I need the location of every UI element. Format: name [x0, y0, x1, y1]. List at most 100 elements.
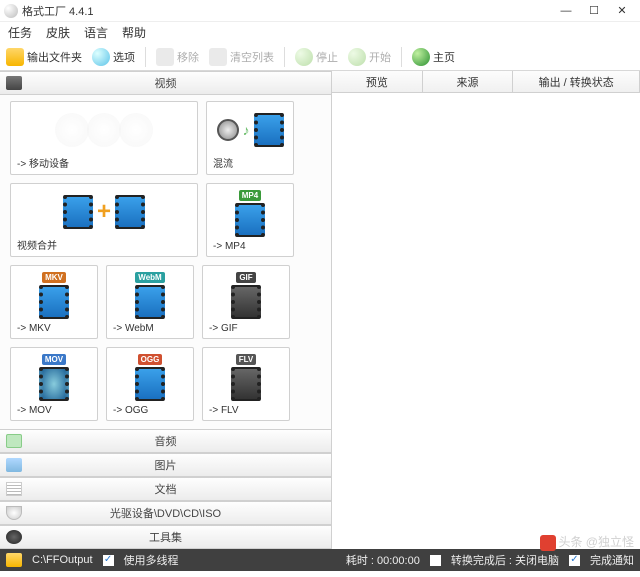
gif-tag: GIF	[236, 272, 255, 283]
film-icon	[115, 195, 145, 229]
category-picture[interactable]: 图片	[0, 453, 331, 477]
category-video[interactable]: 视频	[0, 71, 331, 95]
tile-webm-label: -> WebM	[113, 321, 187, 334]
ogg-tag: OGG	[138, 354, 163, 365]
output-folder-label: 输出文件夹	[27, 49, 82, 65]
tile-mov-label: -> MOV	[17, 403, 91, 416]
clear-button[interactable]: 清空列表	[209, 48, 274, 66]
tile-ogg[interactable]: OGG -> OGG	[106, 347, 194, 421]
start-label: 开始	[369, 49, 391, 65]
category-picture-label: 图片	[155, 457, 177, 473]
list-header: 预览 来源 输出 / 转换状态	[332, 71, 640, 93]
mp4-tag: MP4	[239, 190, 261, 201]
app-icon	[4, 4, 18, 18]
film-icon	[254, 113, 284, 147]
category-audio[interactable]: 音频	[0, 429, 331, 453]
toolbar-divider	[401, 47, 402, 67]
close-button[interactable]: ✕	[608, 2, 636, 20]
tile-mkv[interactable]: MKV -> MKV	[10, 265, 98, 339]
toolbar: 输出文件夹 选项 移除 清空列表 停止 开始 主页	[0, 43, 640, 71]
category-document[interactable]: 文档	[0, 477, 331, 501]
mkv-tag: MKV	[42, 272, 66, 283]
tile-merge[interactable]: + 视频合并	[10, 183, 198, 257]
folder-icon[interactable]	[6, 553, 22, 567]
device-icon	[119, 113, 153, 147]
menu-language[interactable]: 语言	[84, 24, 108, 41]
film-icon	[231, 285, 261, 319]
video-icon	[6, 76, 22, 90]
film-icon	[231, 367, 261, 401]
tile-mov[interactable]: MOV -> MOV	[10, 347, 98, 421]
category-tools[interactable]: 工具集	[0, 525, 331, 549]
menu-help[interactable]: 帮助	[122, 24, 146, 41]
disc-icon	[6, 506, 22, 520]
category-document-label: 文档	[155, 481, 177, 497]
menubar: 任务 皮肤 语言 帮助	[0, 22, 640, 43]
multithread-checkbox[interactable]: ✓	[103, 555, 114, 566]
titlebar: 格式工厂 4.4.1 — ☐ ✕	[0, 0, 640, 22]
folder-icon	[6, 48, 24, 66]
tile-webm[interactable]: WebM -> WebM	[106, 265, 194, 339]
shutdown-checkbox[interactable]: ✓	[430, 555, 441, 566]
tools-icon	[6, 530, 22, 544]
clear-icon	[209, 48, 227, 66]
tile-flv[interactable]: FLV -> FLV	[202, 347, 290, 421]
tile-merge-label: 视频合并	[17, 235, 191, 252]
picture-icon	[6, 458, 22, 472]
tile-mux-label: 混流	[213, 153, 287, 170]
menu-task[interactable]: 任务	[8, 24, 32, 41]
col-source[interactable]: 来源	[423, 71, 514, 92]
audio-icon	[6, 434, 22, 448]
webm-tag: WebM	[135, 272, 164, 283]
multithread-label: 使用多线程	[124, 552, 179, 568]
elapsed-label: 耗时 : 00:00:00	[346, 552, 420, 568]
notify-label: 完成通知	[590, 552, 634, 568]
start-icon	[348, 48, 366, 66]
film-icon	[235, 203, 265, 237]
col-status[interactable]: 输出 / 转换状态	[513, 71, 640, 92]
film-icon	[63, 195, 93, 229]
remove-button[interactable]: 移除	[156, 48, 199, 66]
options-label: 选项	[113, 49, 135, 65]
tile-gif[interactable]: GIF -> GIF	[202, 265, 290, 339]
start-button[interactable]: 开始	[348, 48, 391, 66]
tile-mp4[interactable]: MP4 -> MP4	[206, 183, 294, 257]
shutdown-label: 转换完成后 : 关闭电脑	[451, 552, 559, 568]
statusbar: C:\FFOutput ✓ 使用多线程 耗时 : 00:00:00 ✓ 转换完成…	[0, 549, 640, 571]
film-icon	[135, 367, 165, 401]
right-panel: 预览 来源 输出 / 转换状态	[332, 71, 640, 549]
category-disc[interactable]: 光驱设备\DVD\CD\ISO	[0, 501, 331, 525]
tile-mobile[interactable]: -> 移动设备	[10, 101, 198, 175]
output-folder-button[interactable]: 输出文件夹	[6, 48, 82, 66]
clear-label: 清空列表	[230, 49, 274, 65]
task-list[interactable]	[332, 93, 640, 549]
mov-tag: MOV	[42, 354, 66, 365]
category-tools-label: 工具集	[149, 529, 182, 545]
col-preview[interactable]: 预览	[332, 71, 423, 92]
stop-icon	[295, 48, 313, 66]
stop-button[interactable]: 停止	[295, 48, 338, 66]
document-icon	[6, 482, 22, 496]
plus-icon: +	[97, 198, 111, 226]
maximize-button[interactable]: ☐	[580, 2, 608, 20]
category-audio-label: 音频	[155, 433, 177, 449]
stop-label: 停止	[316, 49, 338, 65]
options-button[interactable]: 选项	[92, 48, 135, 66]
left-panel: 视频 -> 移动设备 ♪ 混流 + 视频合并 MP4 -> MP4 MKV ->…	[0, 71, 332, 549]
tile-mux[interactable]: ♪ 混流	[206, 101, 294, 175]
minimize-button[interactable]: —	[552, 2, 580, 20]
home-label: 主页	[433, 49, 455, 65]
tile-mp4-label: -> MP4	[213, 239, 287, 252]
flv-tag: FLV	[236, 354, 257, 365]
window-controls: — ☐ ✕	[552, 2, 636, 20]
film-icon	[39, 367, 69, 401]
menu-skin[interactable]: 皮肤	[46, 24, 70, 41]
notify-checkbox[interactable]: ✓	[569, 555, 580, 566]
output-path[interactable]: C:\FFOutput	[32, 554, 93, 566]
home-button[interactable]: 主页	[412, 48, 455, 66]
reel-icon	[217, 119, 239, 141]
film-icon	[39, 285, 69, 319]
tile-mobile-label: -> 移动设备	[17, 153, 191, 170]
toolbar-divider	[284, 47, 285, 67]
tile-ogg-label: -> OGG	[113, 403, 187, 416]
